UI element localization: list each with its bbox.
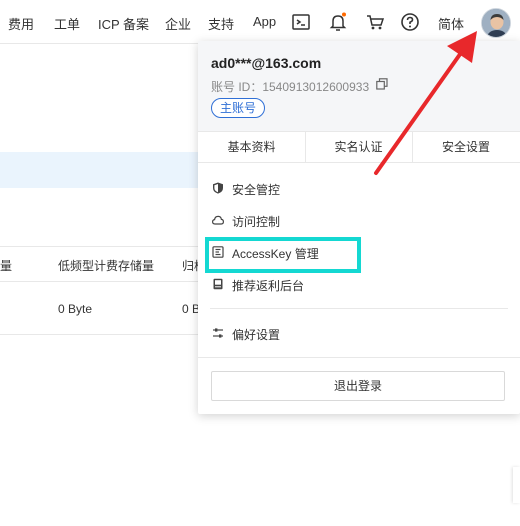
cloud-icon bbox=[212, 215, 224, 225]
nav-tickets[interactable]: 工单 bbox=[54, 14, 80, 33]
logout-button[interactable]: 退出登录 bbox=[211, 371, 505, 401]
bell-icon[interactable] bbox=[328, 12, 348, 32]
menu-label: 访问控制 bbox=[232, 215, 281, 229]
table-cell-ia-storage: 0 Byte bbox=[58, 302, 93, 316]
account-summary: ad0***@163.com 账号 ID：1540913012600933 主账… bbox=[198, 41, 520, 131]
menu-item-access-control[interactable]: 访问控制 bbox=[210, 207, 510, 235]
menu-label: 偏好设置 bbox=[232, 328, 281, 342]
account-tabs: 基本资料 实名认证 安全设置 bbox=[198, 131, 520, 163]
tab-basic-info[interactable]: 基本资料 bbox=[198, 132, 305, 163]
menu-item-preferences[interactable]: 偏好设置 bbox=[210, 320, 510, 348]
info-banner bbox=[0, 152, 200, 188]
nav-enterprise[interactable]: 企业 bbox=[165, 14, 191, 33]
table-header-storage: 量 bbox=[0, 259, 13, 273]
annotation-highlight-box bbox=[205, 237, 361, 273]
language-switch[interactable]: 简体 bbox=[438, 14, 464, 33]
menu-label: 推荐返利后台 bbox=[232, 279, 305, 293]
sliders-icon bbox=[213, 328, 223, 338]
nav-app[interactable]: App bbox=[253, 14, 276, 29]
table-row-bottom-border bbox=[0, 334, 200, 335]
tab-security-settings[interactable]: 安全设置 bbox=[412, 132, 520, 163]
table-header-bottom-border bbox=[0, 281, 200, 282]
side-widget bbox=[513, 467, 520, 503]
nav-support[interactable]: 支持 bbox=[208, 14, 234, 33]
account-dropdown: ad0***@163.com 账号 ID：1540913012600933 主账… bbox=[198, 41, 520, 414]
menu-item-security-control[interactable]: 安全管控 bbox=[210, 175, 510, 203]
avatar[interactable] bbox=[481, 8, 511, 38]
copy-icon[interactable] bbox=[376, 78, 388, 90]
menu-label: 安全管控 bbox=[232, 183, 281, 197]
menu-divider bbox=[198, 357, 520, 358]
menu-item-referral-dashboard[interactable]: 推荐返利后台 bbox=[210, 271, 510, 299]
help-icon[interactable] bbox=[400, 12, 420, 32]
cart-icon[interactable] bbox=[365, 12, 385, 32]
book-icon bbox=[213, 278, 223, 290]
main-account-badge: 主账号 bbox=[211, 98, 266, 118]
account-email: ad0***@163.com bbox=[211, 55, 322, 71]
menu-divider bbox=[210, 308, 508, 309]
table-header-ia-storage: 低频型计费存储量 bbox=[58, 259, 155, 273]
terminal-icon[interactable] bbox=[291, 12, 311, 32]
tab-real-name-verification[interactable]: 实名认证 bbox=[305, 132, 412, 163]
shield-icon bbox=[213, 182, 223, 194]
account-id: 账号 ID：1540913012600933 bbox=[211, 80, 370, 94]
nav-icp-filing[interactable]: ICP 备案 bbox=[98, 14, 149, 33]
nav-billing[interactable]: 费用 bbox=[8, 14, 34, 33]
table-header-top-border bbox=[0, 246, 200, 247]
top-navigation-bar: 费用 工单 ICP 备案 企业 支持 App 简体 bbox=[0, 0, 520, 44]
